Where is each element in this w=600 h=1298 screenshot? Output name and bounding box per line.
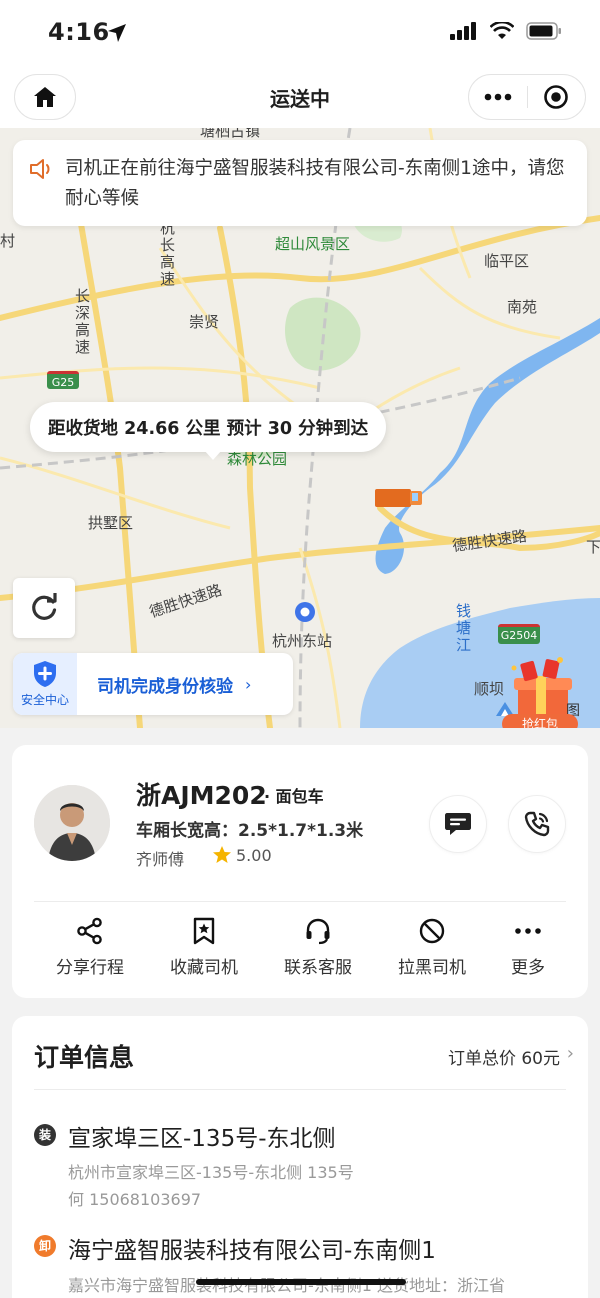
license-plate: 浙AJM202 [136, 781, 267, 810]
chevron-right-icon: › [245, 674, 252, 694]
identity-verified-text: 司机完成身份核验 [97, 676, 233, 697]
block-driver-label: 拉黑司机 [398, 958, 466, 978]
truck-marker [375, 489, 422, 507]
notice-text: 司机正在前往海宁盛智服装科技有限公司-东南侧1途中，请您耐心等候 [65, 158, 565, 209]
vehicle-type: · 面包车 [264, 787, 324, 806]
capsule-close-button[interactable] [528, 75, 585, 119]
phone-icon [524, 811, 550, 837]
share-trip-button[interactable]: 分享行程 [40, 917, 140, 978]
safety-center-button[interactable]: 安全中心 [13, 653, 77, 715]
cellular-signal-icon [450, 22, 476, 40]
eta-bubble-tail [204, 450, 222, 460]
star-icon [213, 846, 231, 863]
favorite-driver-button[interactable]: 收藏司机 [154, 917, 254, 978]
capsule-more-button[interactable] [469, 75, 527, 119]
favorite-driver-label: 收藏司机 [170, 958, 238, 978]
refresh-map-button[interactable] [13, 578, 75, 638]
map-label-chongxian: 崇贤 [189, 313, 220, 331]
miniprogram-capsule [468, 74, 586, 120]
eta-bubble: 距收货地 24.66 公里 预计 30 分钟到达 [30, 402, 387, 452]
headset-icon [306, 918, 330, 945]
status-time: 4:16 [48, 18, 110, 46]
share-icon [77, 917, 102, 945]
pickup-stop-name: 宣家埠三区-135号-东北侧 [68, 1126, 336, 1152]
driver-name: 齐师傅 [136, 850, 185, 869]
load-badge: 装 [34, 1124, 56, 1146]
map-label-hangchang: 杭长高速 [160, 219, 176, 288]
driver-card-divider [34, 901, 566, 902]
map-label-changshen: 长深高速 [75, 287, 91, 356]
pickup-stop-address: 杭州市宣家埠三区-135号-东北侧 135号 [68, 1163, 354, 1182]
more-dots-icon [484, 93, 512, 101]
safety-center-bar[interactable]: 安全中心 司机完成身份核验 › [13, 653, 293, 715]
order-info-card: 订单信息 订单总价 60元 › 装 宣家埠三区-135号-东北侧 杭州市宣家埠三… [12, 1016, 588, 1298]
safety-center-label: 安全中心 [20, 693, 69, 707]
chevron-right-icon[interactable]: › [567, 1043, 574, 1064]
more-actions-button[interactable]: 更多 [478, 917, 578, 978]
bookmark-star-icon [193, 917, 215, 945]
share-trip-label: 分享行程 [56, 958, 124, 978]
avatar [34, 785, 110, 861]
message-driver-button[interactable] [429, 795, 487, 853]
station-pin-icon [295, 602, 315, 622]
pickup-stop-contact: 何 15068103697 [68, 1190, 202, 1209]
map-label-nanyuan: 南苑 [507, 298, 538, 316]
driver-card: 浙AJM202 · 面包车 车厢长宽高：2.5*1.7*1.3米 齐师傅 5.0… [12, 745, 588, 998]
location-arrow-icon [108, 24, 126, 42]
highway-shield-g2504: G2504 [498, 624, 540, 644]
map-label-xia: 下 [586, 538, 600, 556]
driver-status-notice: 司机正在前往海宁盛智服装科技有限公司-东南侧1途中，请您耐心等候 [13, 140, 587, 226]
battery-icon [526, 22, 561, 40]
speaker-icon [30, 159, 50, 179]
map-label-linping: 临平区 [484, 252, 530, 270]
red-packet-label[interactable]: 抢红包 [502, 714, 578, 728]
chat-icon [445, 813, 471, 835]
target-icon [544, 85, 569, 109]
nav-bar: 运送中 [0, 66, 600, 128]
dropoff-stop-name: 海宁盛智服装科技有限公司-东南侧1 [68, 1238, 436, 1264]
driver-rating: 5.00 [236, 846, 272, 865]
contact-support-button[interactable]: 联系客服 [268, 917, 368, 978]
more-actions-label: 更多 [511, 958, 545, 978]
block-driver-button[interactable]: 拉黑司机 [382, 917, 482, 978]
highway-shield-g25: G25 [47, 371, 79, 389]
order-section-title: 订单信息 [34, 1043, 135, 1072]
map-label-gongshu: 拱墅区 [88, 514, 134, 532]
route-map[interactable]: 塘栖古镇 超山风景区 临平区 南苑 崇贤 村 长深高速 杭长高速 森林公园 拱墅… [0, 128, 600, 728]
contact-support-label: 联系客服 [284, 958, 352, 978]
block-icon [419, 918, 445, 944]
refresh-icon [32, 593, 57, 620]
cargo-dimensions: 车厢长宽高：2.5*1.7*1.3米 [136, 821, 364, 841]
shield-plus-icon [34, 661, 56, 687]
status-indicators [450, 22, 562, 40]
status-bar: 4:16 [0, 0, 600, 66]
call-driver-button[interactable] [508, 795, 566, 853]
map-label-chaoshan: 超山风景区 [275, 235, 351, 253]
map-label-qiantang: 钱塘江 [456, 602, 472, 654]
wifi-icon [490, 22, 514, 39]
map-label-cun: 村 [0, 232, 16, 250]
map-label-hangzhou-east: 杭州东站 [272, 632, 333, 650]
home-indicator[interactable] [196, 1279, 406, 1285]
order-total-price[interactable]: 订单总价 60元 [448, 1044, 560, 1069]
more-dots-icon [515, 928, 541, 934]
unload-badge: 卸 [34, 1235, 56, 1257]
driver-photo [34, 785, 110, 861]
order-divider [34, 1089, 566, 1090]
